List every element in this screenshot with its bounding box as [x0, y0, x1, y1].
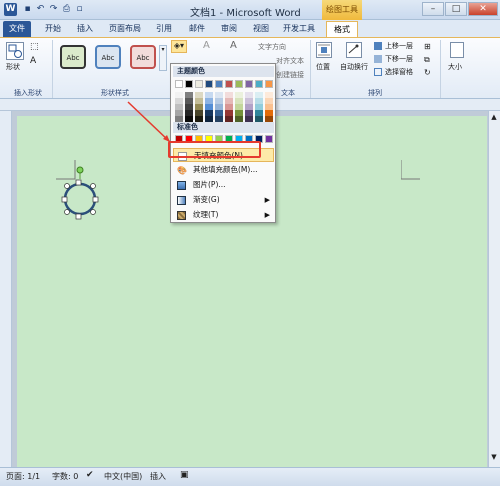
circle-shape[interactable]: [60, 166, 100, 224]
tab-review[interactable]: 审阅: [216, 21, 242, 37]
insert-mode-status[interactable]: 插入: [150, 471, 166, 482]
size-button-label[interactable]: 大小: [448, 62, 462, 72]
theme-color-swatch[interactable]: [265, 80, 273, 88]
text-direction-button[interactable]: 文字方向: [258, 42, 286, 52]
text-fill-icon: A: [203, 40, 210, 51]
gradient-fill-label: 渐变(G): [193, 195, 220, 204]
text-group-label: 文本: [281, 89, 295, 97]
tab-format[interactable]: 格式: [326, 21, 358, 37]
gradient-icon: [177, 196, 186, 205]
close-button[interactable]: ✕: [468, 2, 498, 16]
textbox-icon[interactable]: A: [30, 56, 44, 68]
theme-color-swatch[interactable]: [195, 80, 203, 88]
more-fill-colors-item[interactable]: 🎨 其他填充颜色(M)...: [173, 163, 274, 177]
tab-insert[interactable]: 插入: [72, 21, 98, 37]
annotation-highlight-box: [168, 141, 261, 158]
position-button-label[interactable]: 位置: [316, 62, 330, 72]
theme-color-swatch[interactable]: [235, 80, 243, 88]
word-count[interactable]: 字数: 0: [52, 471, 78, 482]
tab-file[interactable]: 文件: [3, 21, 31, 37]
edit-shape-icon[interactable]: ⬚: [30, 42, 44, 54]
proofing-icon[interactable]: ✔: [86, 470, 98, 482]
texture-fill-label: 纹理(T): [193, 210, 219, 219]
tab-developer[interactable]: 开发工具: [281, 21, 317, 37]
maximize-button[interactable]: □: [445, 2, 467, 16]
texture-fill-item[interactable]: 纹理(T) ▶: [173, 208, 274, 222]
selection-pane-button[interactable]: 选择窗格: [385, 67, 413, 77]
submenu-arrow-icon: ▶: [264, 196, 270, 204]
gradient-fill-item[interactable]: 渐变(G) ▶: [173, 193, 274, 207]
align-icon[interactable]: ⊞: [424, 42, 434, 52]
new-icon[interactable]: ▫: [74, 4, 85, 15]
vertical-scrollbar[interactable]: [488, 111, 500, 467]
wrap-text-icon[interactable]: [346, 42, 362, 58]
save-icon[interactable]: ▪: [22, 4, 33, 15]
standard-color-swatch[interactable]: [265, 135, 273, 143]
minimize-button[interactable]: –: [422, 2, 444, 16]
picture-fill-item[interactable]: 图片(P)...: [173, 178, 274, 192]
redo-icon[interactable]: ↷: [48, 4, 59, 15]
create-link-button[interactable]: 创建链接: [276, 70, 304, 80]
theme-color-swatch[interactable]: [245, 80, 253, 88]
shapes-icon[interactable]: [6, 42, 24, 60]
picture-icon: [177, 181, 186, 190]
wrap-text-button-label[interactable]: 自动换行: [340, 62, 368, 72]
margin-corner-mark: [401, 160, 420, 180]
texture-icon: [177, 211, 186, 220]
more-fill-colors-label: 其他填充颜色(M)...: [193, 165, 258, 174]
theme-colors-header: 主题颜色: [173, 66, 274, 77]
print-icon[interactable]: ⎙: [61, 4, 72, 15]
theme-color-swatch[interactable]: [225, 80, 233, 88]
vertical-ruler[interactable]: [0, 111, 12, 467]
selection-pane-icon[interactable]: [374, 68, 382, 76]
language-status[interactable]: 中文(中国): [104, 471, 142, 482]
standard-colors-header: 标准色: [173, 122, 274, 133]
theme-colors-row: [175, 80, 275, 90]
shape-styles-group-label: 形状样式: [101, 89, 129, 97]
text-effects-icon: A: [230, 40, 237, 51]
scroll-up-icon[interactable]: ▲: [489, 113, 499, 123]
bring-forward-button[interactable]: 上移一层: [385, 41, 413, 51]
theme-color-swatch[interactable]: [255, 80, 263, 88]
shape-fill-button[interactable]: ◈▾: [171, 40, 187, 53]
macro-icon[interactable]: ▣: [180, 470, 192, 482]
undo-icon[interactable]: ↶: [35, 4, 46, 15]
arrange-group-label: 排列: [368, 89, 382, 97]
window-title: 文档1 - Microsoft Word: [190, 8, 301, 19]
bring-forward-icon[interactable]: [374, 42, 382, 50]
shape-style-1[interactable]: Abc: [60, 45, 86, 69]
tab-page-layout[interactable]: 页面布局: [105, 21, 145, 37]
group-divider: [310, 40, 311, 98]
theme-color-swatch[interactable]: [205, 80, 213, 88]
group-divider: [440, 40, 441, 98]
scroll-down-icon[interactable]: ▼: [489, 453, 499, 463]
styles-gallery-more-icon[interactable]: ▾: [159, 45, 167, 71]
position-icon[interactable]: [316, 42, 332, 58]
word-app-icon[interactable]: W: [4, 3, 17, 16]
page-count[interactable]: 页面: 1/1: [6, 471, 40, 482]
group-divider: [52, 40, 53, 98]
drawing-tools-context-label: 绘图工具: [322, 0, 362, 20]
shape-style-3[interactable]: Abc: [130, 45, 156, 69]
tab-references[interactable]: 引用: [151, 21, 177, 37]
tab-home[interactable]: 开始: [40, 21, 66, 37]
align-text-button[interactable]: 对齐文本: [276, 56, 304, 66]
submenu-arrow-icon: ▶: [264, 211, 270, 219]
theme-color-swatch[interactable]: [175, 80, 183, 88]
send-backward-icon[interactable]: [374, 55, 382, 63]
rotate-icon[interactable]: ↻: [424, 68, 434, 78]
group-icon[interactable]: ⧉: [424, 55, 434, 65]
theme-color-swatch[interactable]: [215, 80, 223, 88]
insert-shapes-group-label: 插入形状: [14, 89, 42, 97]
tab-mailings[interactable]: 邮件: [184, 21, 210, 37]
palette-icon: 🎨: [177, 166, 187, 175]
tab-view[interactable]: 视图: [248, 21, 274, 37]
send-backward-button[interactable]: 下移一层: [385, 54, 413, 64]
size-icon[interactable]: [450, 42, 464, 58]
theme-color-swatch[interactable]: [185, 80, 193, 88]
picture-fill-label: 图片(P)...: [193, 180, 226, 189]
shapes-button-label[interactable]: 形状: [6, 62, 20, 72]
shape-style-2[interactable]: Abc: [95, 45, 121, 69]
